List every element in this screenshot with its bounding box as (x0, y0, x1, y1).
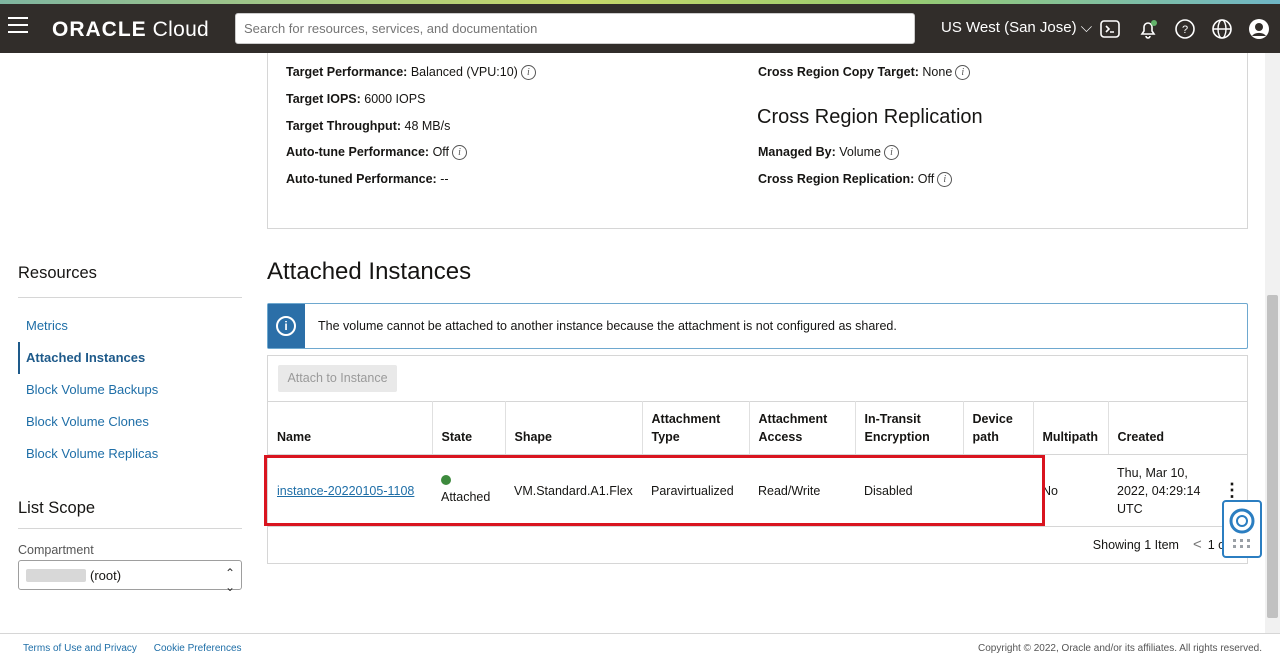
sidebar-item-block-volume-clones[interactable]: Block Volume Clones (18, 406, 242, 438)
column-header-name[interactable]: Name (268, 401, 433, 455)
help-icon[interactable]: ? (1174, 18, 1196, 40)
info-icon[interactable]: i (937, 172, 953, 188)
shape-value: VM.Standard.A1.Flex (505, 454, 642, 527)
help-lifebuoy-button[interactable] (1222, 500, 1262, 558)
autotuned-performance: Auto-tuned Performance: -- (286, 172, 449, 186)
sidebar-item-block-volume-backups[interactable]: Block Volume Backups (18, 374, 242, 406)
info-alert: i The volume cannot be attached to anoth… (267, 303, 1248, 349)
notifications-icon[interactable] (1137, 18, 1159, 40)
target-performance: Target Performance: Balanced (VPU:10) i (286, 65, 536, 81)
cookie-preferences-link[interactable]: Cookie Preferences (154, 643, 242, 654)
compartment-select[interactable]: (root) ⌃ ⌄ (18, 560, 242, 594)
previous-page-icon[interactable]: < (1193, 536, 1202, 553)
column-header-device-path[interactable]: Device path (963, 401, 1034, 455)
column-header-created[interactable]: Created (1108, 401, 1247, 455)
top-navigation-bar: ORACLECloud US West (San Jose) ⌵ ? (0, 4, 1280, 53)
scrollbar-thumb[interactable] (1267, 295, 1278, 618)
compartment-value: (root) (90, 568, 122, 583)
search-input[interactable] (235, 13, 915, 44)
cross-region-copy-target: Cross Region Copy Target: None i (758, 65, 971, 81)
profile-icon[interactable] (1248, 18, 1270, 40)
svg-text:?: ? (1182, 24, 1188, 36)
created-value: Thu, Mar 10, 2022, 04:29:14 UTC (1117, 465, 1201, 516)
column-header-in-transit-encryption[interactable]: In-Transit Encryption (855, 401, 964, 455)
compartment-label: Compartment (18, 543, 94, 557)
row-actions-kebab-icon[interactable]: ⋮ (1223, 481, 1241, 499)
status-dot-icon (441, 475, 451, 485)
sidebar-item-block-volume-replicas[interactable]: Block Volume Replicas (18, 438, 242, 470)
sidebar-item-attached-instances[interactable]: Attached Instances (18, 342, 242, 374)
device-path-value (963, 454, 1033, 527)
hamburger-menu-icon[interactable] (8, 17, 28, 33)
language-icon[interactable] (1211, 18, 1233, 40)
redacted-compartment-name (26, 569, 86, 582)
alert-sidebar: i (268, 304, 305, 348)
pagination: Showing 1 Item<1 of 1 (1093, 536, 1239, 553)
column-header-attachment-type[interactable]: Attachment Type (642, 401, 750, 455)
column-header-state[interactable]: State (432, 401, 506, 455)
page-footer: Terms of Use and Privacy Cookie Preferen… (0, 633, 1280, 659)
region-selector[interactable]: US West (San Jose) ⌵ (941, 19, 1092, 36)
cross-region-replication: Cross Region Replication: Off i (758, 172, 953, 188)
multipath-value: No (1033, 454, 1108, 527)
attached-instances-table-panel: Attach to Instance Name State Shape Atta… (267, 355, 1248, 564)
attach-to-instance-button[interactable]: Attach to Instance (278, 365, 397, 392)
attachment-access-value: Read/Write (749, 454, 855, 527)
state-value: Attached (441, 490, 491, 504)
column-header-shape[interactable]: Shape (505, 401, 643, 455)
managed-by: Managed By: Volume i (758, 145, 899, 161)
terms-link[interactable]: Terms of Use and Privacy (23, 643, 137, 654)
info-circle-icon: i (276, 316, 296, 336)
table-row: instance-20220105-1108 Attached VM.Stand… (268, 454, 1247, 527)
divider (18, 297, 242, 298)
page-title: Attached Instances (267, 258, 472, 285)
encryption-value: Disabled (855, 454, 963, 527)
info-icon[interactable]: i (520, 65, 536, 81)
cross-region-replication-heading: Cross Region Replication (757, 106, 983, 128)
attachment-type-value: Paravirtualized (642, 454, 749, 527)
cloud-shell-icon[interactable] (1099, 18, 1121, 40)
info-icon[interactable]: i (883, 145, 899, 161)
target-throughput: Target Throughput: 48 MB/s (286, 119, 451, 133)
column-header-attachment-access[interactable]: Attachment Access (749, 401, 856, 455)
pagination-summary: Showing 1 Item (1092, 538, 1179, 552)
info-icon[interactable]: i (955, 65, 971, 81)
copyright-text: Copyright © 2022, Oracle and/or its affi… (978, 643, 1262, 654)
autotune-performance: Auto-tune Performance: Off i (286, 145, 468, 161)
resources-title: Resources (18, 264, 97, 282)
volume-details-panel: Target Performance: Balanced (VPU:10) i T… (267, 53, 1248, 229)
lifebuoy-icon (1229, 508, 1255, 548)
list-scope-title: List Scope (18, 499, 96, 517)
chevron-down-icon: ⌵ (1080, 19, 1093, 36)
column-header-multipath[interactable]: Multipath (1033, 401, 1109, 455)
resources-nav: Metrics Attached Instances Block Volume … (18, 310, 242, 470)
table-header-row: Name State Shape Attachment Type Attachm… (268, 401, 1247, 455)
divider (18, 528, 242, 529)
alert-message: The volume cannot be attached to another… (318, 319, 897, 333)
attached-instances-table: Name State Shape Attachment Type Attachm… (268, 401, 1247, 527)
info-icon[interactable]: i (452, 145, 468, 161)
select-chevron-icon: ⌃ ⌄ (224, 566, 235, 594)
target-iops: Target IOPS: 6000 IOPS (286, 92, 426, 106)
instance-name-link[interactable]: instance-20220105-1108 (277, 484, 414, 498)
sidebar-item-metrics[interactable]: Metrics (18, 310, 242, 342)
oracle-cloud-logo[interactable]: ORACLE Cloud (52, 18, 209, 42)
